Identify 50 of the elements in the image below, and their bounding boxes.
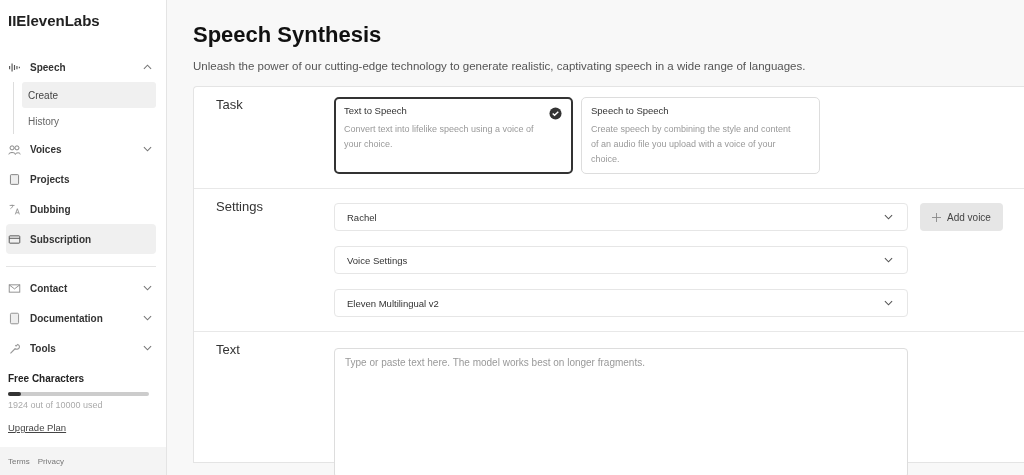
plus-icon: [932, 212, 941, 222]
nav-item[interactable]: Voices: [6, 134, 156, 164]
text-input-field[interactable]: Type or paste text here. The model works best on longer fragments.: [334, 348, 908, 475]
footer-link[interactable]: Privacy: [37, 456, 64, 466]
chevron-icon: [884, 300, 893, 306]
nav-icon: [8, 60, 21, 74]
chevron-icon: [143, 146, 152, 152]
nav-subitem[interactable]: Create: [22, 82, 156, 108]
nav-item[interactable]: Documentation: [6, 303, 156, 333]
nav-item[interactable]: Dubbing: [6, 194, 156, 224]
nav-item[interactable]: Speech: [6, 52, 156, 82]
nav-icon: [8, 281, 21, 295]
nav-item[interactable]: Subscription: [6, 224, 156, 254]
nav-icon: [8, 341, 21, 355]
add-voice-button[interactable]: Add voice: [920, 203, 1003, 231]
usage-title: Free Characters: [8, 373, 85, 384]
upgrade-link[interactable]: Upgrade Plan: [8, 422, 67, 433]
chevron-icon: [143, 345, 152, 351]
page-subtitle: Unleash the power of our cutting-edge technology to generate realistic, captivating speech in a wide range of languages.: [193, 60, 807, 72]
nav-icon: [8, 311, 21, 325]
option-description: Convert text into lifelike speech using a voice of your choice.: [344, 123, 535, 151]
logo[interactable]: IIElevenLabs: [8, 12, 100, 29]
chevron-icon: [884, 257, 893, 263]
dropdown[interactable]: Voice Settings: [334, 246, 908, 274]
section-label: Task: [215, 97, 244, 114]
option-title: Text to Speech: [344, 105, 407, 116]
nav-subitem[interactable]: History: [22, 108, 156, 134]
chevron-icon: [143, 285, 152, 291]
dropdown[interactable]: Rachel: [334, 203, 908, 231]
page-title: Speech Synthesis: [193, 22, 383, 48]
footer-link[interactable]: Terms: [8, 456, 30, 466]
task-option[interactable]: Speech to Speech Create speech by combining the style and content of an audio file you upload with a voice of your choice.: [581, 97, 820, 174]
section-label: Settings: [215, 199, 264, 216]
nav-icon: [8, 232, 21, 246]
option-title: Speech to Speech: [591, 105, 669, 116]
nav-item[interactable]: Projects: [6, 164, 156, 194]
option-description: Create speech by combining the style and content of an audio file you upload with a voice of your choice.: [591, 123, 792, 166]
nav-icon: [8, 142, 21, 156]
check-icon: [549, 107, 562, 120]
dropdown[interactable]: Eleven Multilingual v2: [334, 289, 908, 317]
section-label: Text: [215, 342, 241, 359]
chevron-icon: [143, 64, 152, 70]
nav-icon: [8, 202, 21, 216]
usage-reading: 1924 out of 10000 used: [8, 400, 103, 410]
nav-item[interactable]: Tools: [6, 333, 156, 363]
chevron-icon: [143, 315, 152, 321]
chevron-icon: [884, 214, 893, 220]
task-option[interactable]: Text to Speech Convert text into lifelike speech using a voice of your choice.: [334, 97, 573, 174]
nav-icon: [8, 172, 21, 186]
nav-item[interactable]: Contact: [6, 273, 156, 303]
